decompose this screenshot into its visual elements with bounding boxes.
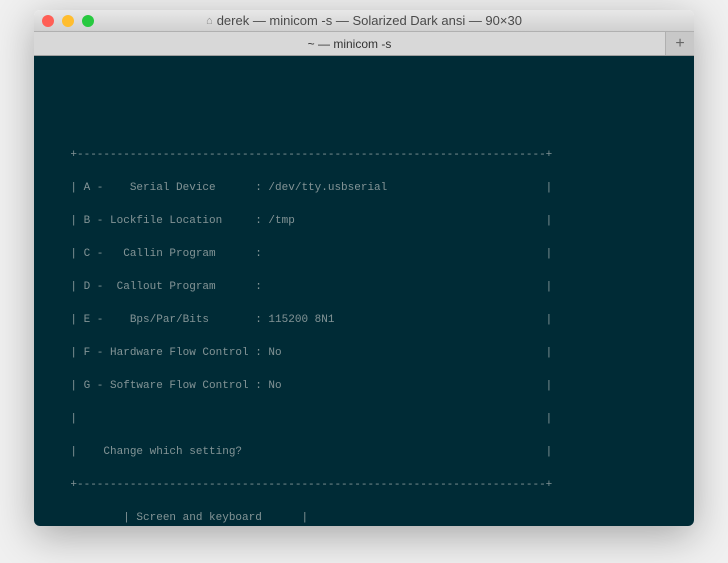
setting-lockfile-location[interactable]: | B - Lockfile Location : /tmp | [44, 213, 684, 230]
terminal-content[interactable]: +---------------------------------------… [34, 56, 694, 526]
tab-add-button[interactable]: + [666, 32, 694, 55]
close-button[interactable] [42, 15, 54, 27]
tab-label: ~ — minicom -s [308, 37, 392, 51]
titlebar: ⌂ derek — minicom -s — Solarized Dark an… [34, 10, 694, 32]
window-title-text: derek — minicom -s — Solarized Dark ansi… [217, 13, 522, 28]
settings-blank-row: | | [44, 411, 684, 428]
tabbar: ~ — minicom -s + [34, 32, 694, 56]
window-title: ⌂ derek — minicom -s — Solarized Dark an… [34, 13, 694, 28]
setting-hardware-flow[interactable]: | F - Hardware Flow Control : No | [44, 345, 684, 362]
setting-serial-device[interactable]: | A - Serial Device : /dev/tty.usbserial… [44, 180, 684, 197]
setting-callin-program[interactable]: | C - Callin Program : | [44, 246, 684, 263]
minimize-button[interactable] [62, 15, 74, 27]
setting-software-flow[interactable]: | G - Software Flow Control : No | [44, 378, 684, 395]
terminal-window: ⌂ derek — minicom -s — Solarized Dark an… [34, 10, 694, 526]
traffic-lights [42, 15, 94, 27]
home-icon: ⌂ [206, 15, 213, 27]
tab-active[interactable]: ~ — minicom -s [34, 32, 666, 55]
terminal-blank [44, 114, 684, 131]
settings-border-bottom: +---------------------------------------… [44, 477, 684, 494]
maximize-button[interactable] [82, 15, 94, 27]
terminal-blank [44, 81, 684, 98]
setting-callout-program[interactable]: | D - Callout Program : | [44, 279, 684, 296]
settings-border-top: +---------------------------------------… [44, 147, 684, 164]
menu-screen-keyboard[interactable]: | Screen and keyboard | [44, 510, 684, 527]
setting-bps-par-bits[interactable]: | E - Bps/Par/Bits : 115200 8N1 | [44, 312, 684, 329]
settings-prompt: | Change which setting? | [44, 444, 684, 461]
